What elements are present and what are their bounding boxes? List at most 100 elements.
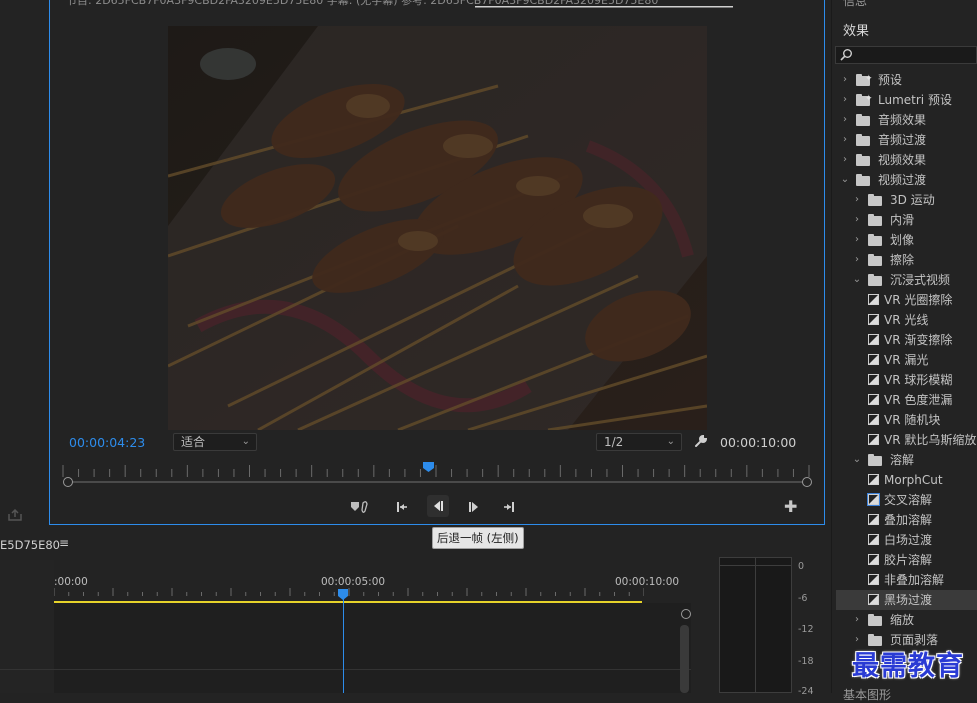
transition-icon	[868, 354, 879, 365]
chevron-down-icon[interactable]: ⌄	[852, 270, 862, 290]
chevron-right-icon[interactable]: ›	[840, 150, 850, 170]
effect-folder[interactable]: › 视频效果	[836, 150, 977, 170]
zoom-fit-dropdown[interactable]: 适合 ⌄	[173, 433, 257, 451]
chevron-right-icon[interactable]: ›	[852, 610, 862, 630]
effect-folder[interactable]: › 缩放	[836, 610, 977, 630]
transition-icon	[868, 374, 879, 385]
effect-item[interactable]: 非叠加溶解	[836, 570, 977, 590]
watermark-logo: 最需教育	[852, 651, 964, 682]
chevron-down-icon: ⌄	[666, 436, 675, 447]
effect-label: 沉浸式视频	[890, 273, 951, 287]
info-panel-tab[interactable]: 信息	[843, 0, 867, 9]
active-tab-underline	[475, 6, 733, 8]
folder-icon	[868, 614, 882, 626]
track-header-column	[0, 560, 55, 693]
zoom-scroll-handle-right[interactable]	[802, 477, 812, 487]
go-to-in-icon	[397, 502, 407, 512]
chevron-right-icon[interactable]: ›	[840, 110, 850, 130]
effect-folder[interactable]: ⌄ 沉浸式视频	[836, 270, 977, 290]
timeline-track-area[interactable]	[54, 603, 691, 693]
work-area-bar[interactable]	[54, 601, 642, 603]
effect-folder[interactable]: ⌄ 溶解	[836, 450, 977, 470]
marker-icon	[351, 501, 368, 513]
chevron-right-icon[interactable]: ›	[840, 90, 850, 110]
effect-item[interactable]: 胶片溶解	[836, 550, 977, 570]
effect-item[interactable]: VR 光圈擦除	[836, 290, 977, 310]
timeline-playhead[interactable]	[338, 589, 348, 600]
transition-icon	[868, 414, 879, 425]
effect-item[interactable]: 黑场过渡	[836, 590, 977, 610]
chevron-right-icon[interactable]: ›	[852, 250, 862, 270]
step-back-button[interactable]	[427, 495, 449, 517]
chevron-right-icon[interactable]: ›	[852, 230, 862, 250]
transition-icon	[868, 434, 879, 445]
effect-item[interactable]: VR 渐变擦除	[836, 330, 977, 350]
effect-folder[interactable]: › 内滑	[836, 210, 977, 230]
chevron-right-icon[interactable]: ›	[852, 210, 862, 230]
effects-search-input[interactable]	[835, 46, 977, 64]
effect-item[interactable]: VR 默比乌斯缩放	[836, 430, 977, 450]
effect-folder[interactable]: › 音频效果	[836, 110, 977, 130]
track-divider	[0, 669, 691, 670]
zoom-scroll-handle-left[interactable]	[63, 477, 73, 487]
add-marker-button[interactable]	[349, 496, 371, 518]
timeline-scroll-handle[interactable]	[681, 609, 691, 619]
timeline-time-label: 00:00:10:00	[615, 576, 680, 588]
chevron-down-icon[interactable]: ⌄	[840, 170, 850, 190]
playback-resolution-value: 1/2	[604, 435, 624, 449]
monitor-playhead[interactable]	[423, 462, 434, 472]
playback-resolution-dropdown[interactable]: 1/2 ⌄	[596, 433, 682, 451]
effect-label: 内滑	[890, 213, 915, 227]
effect-label: VR 默比乌斯缩放	[884, 433, 977, 447]
effect-folder[interactable]: › 擦除	[836, 250, 977, 270]
effect-folder[interactable]: ⌄ 视频过渡	[836, 170, 977, 190]
effect-label: VR 随机块	[884, 413, 941, 427]
chevron-right-icon[interactable]: ›	[840, 130, 850, 150]
effect-label: 溶解	[890, 453, 915, 467]
effect-folder[interactable]: › ✦ 预设	[836, 70, 977, 90]
export-frame-icon[interactable]	[8, 509, 22, 521]
effect-item[interactable]: VR 球形模糊	[836, 370, 977, 390]
go-to-out-button[interactable]	[497, 496, 519, 518]
go-to-in-button[interactable]	[392, 496, 414, 518]
effect-item[interactable]: VR 色度泄漏	[836, 390, 977, 410]
effect-item[interactable]: VR 随机块	[836, 410, 977, 430]
effect-label: 白场过渡	[884, 533, 933, 547]
chevron-right-icon[interactable]: ›	[852, 190, 862, 210]
effect-item[interactable]: 白场过渡	[836, 530, 977, 550]
zoom-scroll-bar[interactable]	[68, 481, 808, 483]
effect-label: 非叠加溶解	[884, 573, 945, 587]
timeline-ruler-ticks[interactable]	[54, 588, 644, 596]
timeline-playhead-line[interactable]	[343, 596, 344, 693]
chevron-down-icon[interactable]: ⌄	[852, 450, 862, 470]
effect-folder[interactable]: › 划像	[836, 230, 977, 250]
transition-icon	[868, 574, 879, 585]
effect-item[interactable]: MorphCut	[836, 470, 977, 490]
step-forward-button[interactable]	[463, 496, 485, 518]
db-label: 0	[798, 561, 805, 572]
effect-label: MorphCut	[884, 473, 943, 487]
transition-icon	[868, 474, 879, 485]
effect-item[interactable]: VR 光线	[836, 310, 977, 330]
current-timecode[interactable]: 00:00:04:23	[69, 435, 145, 450]
effect-folder[interactable]: › ✦ Lumetri 预设	[836, 90, 977, 110]
effects-panel-title[interactable]: 效果	[843, 20, 869, 39]
effect-folder[interactable]: › 3D 运动	[836, 190, 977, 210]
effect-item[interactable]: VR 漏光	[836, 350, 977, 370]
button-editor-plus-icon[interactable]: ✚	[784, 499, 797, 515]
transition-icon	[868, 394, 879, 405]
chevron-right-icon[interactable]: ›	[840, 70, 850, 90]
effect-folder[interactable]: › 音频过渡	[836, 130, 977, 150]
wrench-settings-icon[interactable]	[694, 434, 708, 448]
effect-item[interactable]: 交叉溶解	[836, 490, 977, 510]
folder-icon	[868, 194, 882, 206]
effect-label: VR 光线	[884, 313, 929, 327]
timeline-sequence-tab[interactable]: E5D75E80	[0, 538, 60, 552]
step-forward-icon	[469, 502, 478, 512]
essential-graphics-tab[interactable]: 基本图形	[843, 686, 891, 703]
hamburger-menu-icon[interactable]: ≡	[59, 536, 69, 550]
folder-icon	[868, 234, 882, 246]
monitor-time-ruler[interactable]	[62, 463, 810, 477]
effect-item[interactable]: 叠加溶解	[836, 510, 977, 530]
timeline-vertical-scrollbar[interactable]	[680, 625, 689, 693]
